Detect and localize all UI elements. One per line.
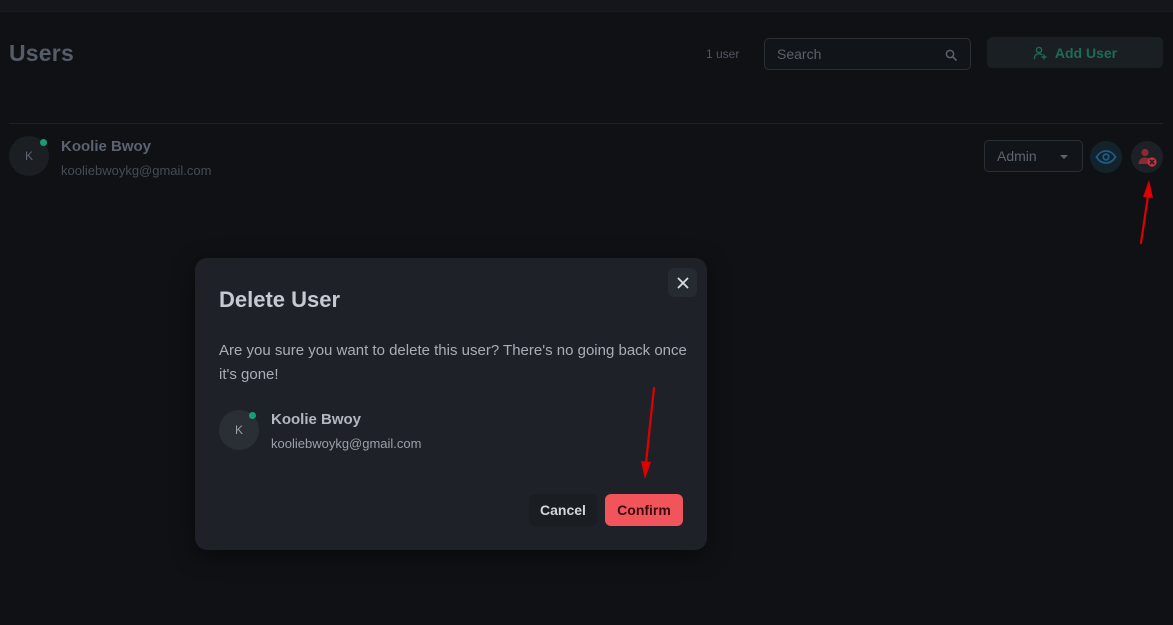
search-box bbox=[764, 38, 971, 70]
search-icon[interactable] bbox=[945, 49, 957, 61]
user-email: kooliebwoykg@gmail.com bbox=[61, 163, 212, 178]
user-plus-icon bbox=[1033, 46, 1047, 60]
modal-avatar-initial: K bbox=[234, 423, 243, 437]
close-icon bbox=[677, 277, 688, 288]
page-title: Users bbox=[9, 40, 74, 66]
user-count: 1 user bbox=[706, 47, 740, 61]
eye-icon bbox=[1095, 150, 1117, 164]
users-page: Users 1 user Add User K Koolie Bwoy kool… bbox=[0, 0, 1173, 625]
search-input[interactable] bbox=[765, 39, 970, 69]
modal-user-name: Koolie Bwoy bbox=[271, 411, 362, 428]
delete-user-button[interactable] bbox=[1131, 141, 1163, 173]
header-divider bbox=[9, 123, 1163, 124]
close-button[interactable] bbox=[668, 268, 697, 297]
modal-title: Delete User bbox=[219, 287, 341, 312]
avatar-initial: K bbox=[24, 149, 33, 163]
modal-online-status-dot bbox=[249, 412, 256, 419]
caret-down-icon bbox=[1060, 155, 1068, 159]
confirm-button[interactable]: Confirm bbox=[605, 494, 683, 526]
user-remove-icon bbox=[1138, 148, 1157, 167]
user-name: Koolie Bwoy bbox=[61, 138, 152, 155]
arrow-to-delete-icon bbox=[1139, 180, 1153, 245]
role-select[interactable]: Admin bbox=[984, 140, 1083, 172]
modal-user-email: kooliebwoykg@gmail.com bbox=[271, 436, 422, 451]
role-value: Admin bbox=[997, 148, 1037, 164]
top-bar bbox=[0, 0, 1173, 12]
modal-message: Are you sure you want to delete this use… bbox=[219, 342, 687, 383]
cancel-button[interactable]: Cancel bbox=[529, 494, 597, 526]
online-status-dot bbox=[40, 139, 47, 146]
add-user-label: Add User bbox=[1054, 44, 1118, 61]
add-user-button[interactable]: Add User bbox=[987, 37, 1163, 68]
delete-user-modal: Delete User Are you sure you want to del… bbox=[195, 258, 707, 550]
view-user-button[interactable] bbox=[1090, 141, 1122, 173]
